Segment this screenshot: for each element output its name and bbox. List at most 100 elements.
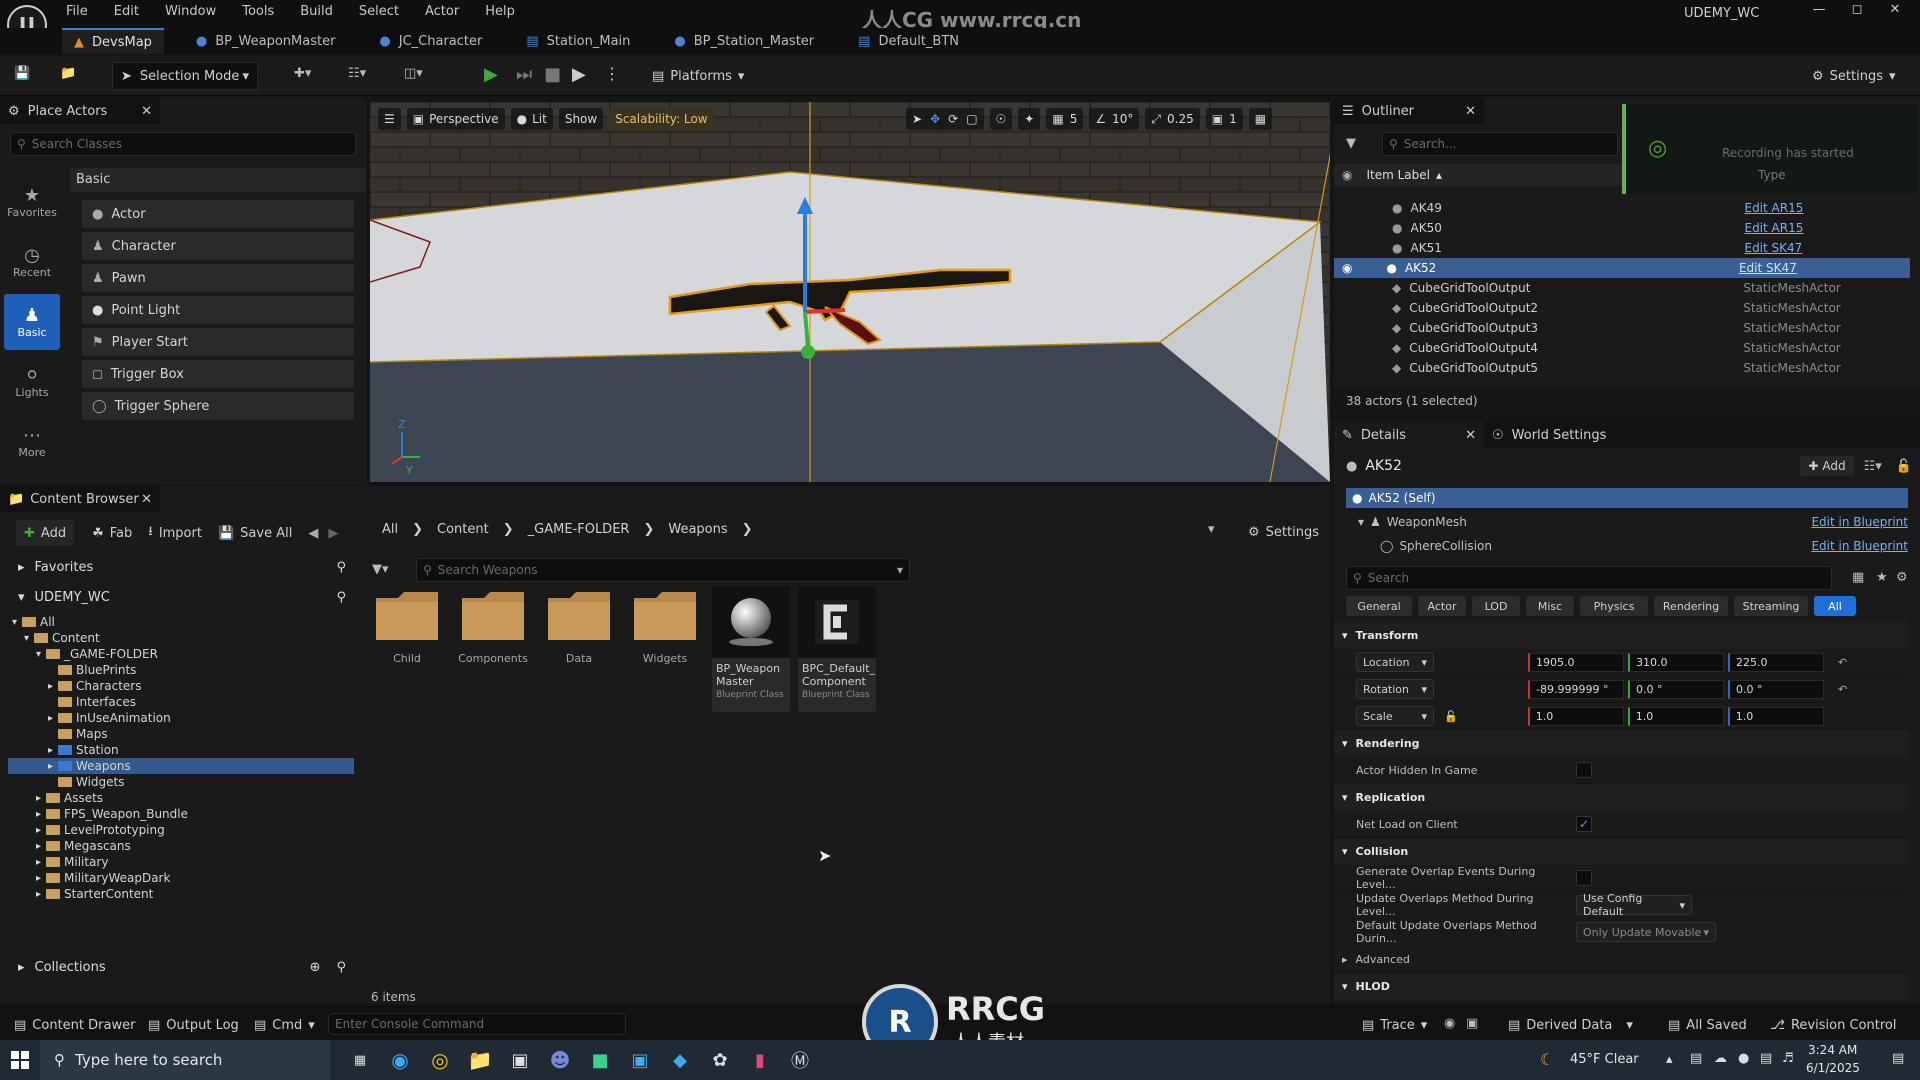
tab-bp-weaponmaster[interactable]: ● BP_WeaponMaster <box>184 28 348 54</box>
rotation-z-field[interactable]: 0.0 ° <box>1728 679 1824 699</box>
actor-item[interactable]: ◻ Trigger Box <box>82 360 354 388</box>
chrome-icon[interactable]: ◎ <box>420 1040 460 1080</box>
filter-physics[interactable]: Physics <box>1580 596 1648 616</box>
location-x-field[interactable]: 1905.0 <box>1528 652 1624 672</box>
add-component-button[interactable]: ✚ Add <box>1800 456 1854 476</box>
dropbox-icon[interactable]: ◆ <box>660 1040 700 1080</box>
tree-item[interactable]: ▸ Station <box>8 742 354 758</box>
folder-asset[interactable]: Components <box>454 588 532 665</box>
folder-asset[interactable]: Child <box>368 588 446 665</box>
breadcrumb-item[interactable]: _GAME-FOLDER <box>528 522 630 537</box>
speaker-icon[interactable]: ♬ <box>1782 1051 1794 1066</box>
search-icon[interactable]: ⚲ <box>336 590 346 605</box>
weather-text[interactable]: 45°F Clear <box>1570 1052 1639 1067</box>
save-all-button[interactable]: 💾 Save All <box>210 519 300 547</box>
tree-item[interactable]: ▸ Assets <box>8 790 354 806</box>
scale-dropdown[interactable]: Scale ▾ <box>1356 706 1434 726</box>
rotation-dropdown[interactable]: Rotation ▾ <box>1356 679 1434 699</box>
tree-item[interactable]: BluePrints <box>8 662 354 678</box>
project-header[interactable]: ▾ UDEMY_WC ⚲ <box>8 584 354 610</box>
store-icon[interactable]: ▣ <box>620 1040 660 1080</box>
world-local-toggle[interactable]: ☉ <box>989 108 1013 130</box>
gear-icon[interactable]: ⚙ <box>1896 570 1908 585</box>
network-icon[interactable]: ▤ <box>1690 1051 1702 1066</box>
derived-data-dropdown[interactable]: ▤ Derived Data ▾ <box>1500 1011 1641 1039</box>
cinematics-icon[interactable]: ◫▾ <box>404 66 423 81</box>
scalability-badge[interactable]: Scalability: Low <box>609 108 714 130</box>
content-browser-tab[interactable]: 📁 Content Browser ✕ <box>0 486 160 512</box>
blueprint-asset[interactable]: BP_Weapon Master Blueprint Class <box>712 586 790 712</box>
filter-all[interactable]: All <box>1814 596 1856 616</box>
actor-item[interactable]: ● Point Light <box>82 296 354 324</box>
reset-icon[interactable]: ↶ <box>1838 683 1847 696</box>
task-view-icon[interactable]: ▦ <box>340 1040 380 1080</box>
blueprint-asset[interactable]: BPC_Default_ Component Blueprint Class <box>798 586 876 712</box>
category-lights[interactable]: ⚪ Lights <box>4 354 60 410</box>
breadcrumb-item[interactable]: Content <box>437 522 489 537</box>
location-z-field[interactable]: 225.0 <box>1728 652 1824 672</box>
hidden-in-game-checkbox[interactable] <box>1576 762 1592 778</box>
browse-icon[interactable]: 📁 <box>60 66 76 81</box>
add-button[interactable]: ✚ Add <box>16 520 75 546</box>
display-icon[interactable]: ▤ <box>1760 1051 1772 1066</box>
menu-help[interactable]: Help <box>485 4 515 19</box>
scale-snap-control[interactable]: ⤢ 0.25 <box>1145 108 1200 130</box>
revision-control-dropdown[interactable]: ⎇ Revision Control <box>1762 1011 1904 1039</box>
notifications-icon[interactable]: ▤ <box>1892 1051 1904 1066</box>
search-icon[interactable]: ⚲ <box>336 560 346 575</box>
camera-speed-control[interactable]: ▣ 1 <box>1205 108 1243 130</box>
update-overlaps-dropdown[interactable]: Use Config Default ▾ <box>1576 892 1692 918</box>
transform-tools[interactable]: ➤ ✥ ⟳ ▢ <box>906 108 984 130</box>
output-log-button[interactable]: ▤ Output Log <box>140 1011 247 1039</box>
close-icon[interactable]: ✕ <box>1465 104 1476 119</box>
item-label-column[interactable]: Item Label <box>1366 168 1430 182</box>
stop-icon[interactable]: ■ <box>544 64 561 85</box>
rotation-x-field[interactable]: -89.999999 ° <box>1528 679 1624 699</box>
replication-section[interactable]: ▾ Replication <box>1334 784 1908 811</box>
fab-button[interactable]: ☘ Fab <box>84 519 140 547</box>
outliner-row[interactable]: ◆ CubeGridToolOutput3 StaticMeshActor <box>1334 318 1910 338</box>
more-options-icon[interactable]: ⋮ <box>604 64 620 83</box>
settings-dropdown[interactable]: ⚙ Settings ▾ <box>1804 62 1904 90</box>
category-more[interactable]: ⋯ More <box>4 414 60 470</box>
filter-actor[interactable]: Actor <box>1418 596 1466 616</box>
outliner-row[interactable]: ● AK50 Edit AR15 <box>1334 218 1910 238</box>
menu-file[interactable]: File <box>66 4 88 19</box>
app-icon[interactable]: ■ <box>580 1040 620 1080</box>
import-button[interactable]: ⭳ Import <box>140 519 210 547</box>
folder-asset[interactable]: Data <box>540 588 618 665</box>
close-icon[interactable]: ✕ <box>141 104 152 119</box>
add-content-icon[interactable]: ✚▾ <box>294 66 311 81</box>
tree-item[interactable]: ▸ Military <box>8 854 354 870</box>
trace-dropdown[interactable]: ▤ Trace ▾ <box>1354 1011 1435 1039</box>
tree-item[interactable]: ▸ InUseAnimation <box>8 710 354 726</box>
tab-bp-station-master[interactable]: ● BP_Station_Master <box>662 28 826 54</box>
all-saved-button[interactable]: ▤ All Saved <box>1660 1011 1755 1039</box>
taskbar-search-box[interactable]: ⚲ Type here to search <box>40 1040 330 1080</box>
tree-item[interactable]: ▸ StarterContent <box>8 886 354 902</box>
actor-item[interactable]: ◯ Trigger Sphere <box>82 392 354 420</box>
reset-icon[interactable]: ↶ <box>1838 656 1847 669</box>
edit-in-blueprint-link[interactable]: Edit in Blueprint <box>1811 515 1908 529</box>
actor-item[interactable]: ⚑ Player Start <box>82 328 354 356</box>
row-type-link[interactable]: Edit AR15 <box>1744 221 1803 235</box>
cloud-icon[interactable]: ☁ <box>1714 1051 1727 1066</box>
rotation-snap-control[interactable]: ∠ 10° <box>1089 108 1140 130</box>
row-type-link[interactable]: Edit SK47 <box>1739 261 1797 275</box>
tab-default-btn[interactable]: ▤ Default_BTN <box>846 28 971 54</box>
net-load-checkbox[interactable]: ✓ <box>1576 816 1592 832</box>
maximize-icon[interactable]: ◻ <box>1838 2 1876 17</box>
category-basic[interactable]: ♟ Basic <box>4 294 60 350</box>
skip-icon[interactable]: ⏭ <box>516 64 532 85</box>
row-type-link[interactable]: Edit AR15 <box>1744 201 1803 215</box>
content-settings-button[interactable]: ⚙ Settings <box>1240 518 1327 546</box>
tree-item[interactable]: ▸ Characters <box>8 678 354 694</box>
tab-station-main[interactable]: ▤ Station_Main <box>514 28 642 54</box>
level-viewport[interactable]: Z Y ☰ ▣ Perspective ● Lit Show Scalability… <box>370 102 1330 482</box>
forward-icon[interactable]: ▶ <box>328 526 338 541</box>
app-icon[interactable]: ▮ <box>740 1040 780 1080</box>
record-icon[interactable]: ◉ <box>1444 1016 1455 1031</box>
viewport-menu-button[interactable]: ☰ <box>378 108 401 130</box>
location-dropdown[interactable]: Location ▾ <box>1356 652 1434 672</box>
content-drawer-button[interactable]: ▤ Content Drawer <box>6 1011 143 1039</box>
